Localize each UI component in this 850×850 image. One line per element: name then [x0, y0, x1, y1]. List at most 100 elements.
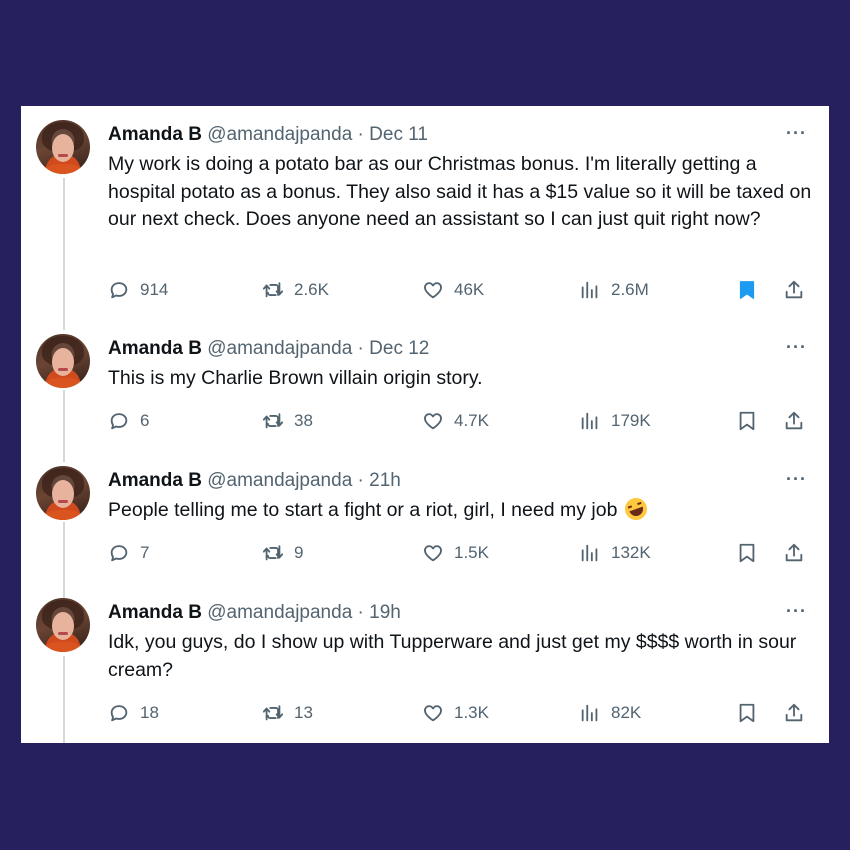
tweet-text: My work is doing a potato bar as our Chr… — [108, 153, 812, 230]
share-button[interactable] — [783, 700, 805, 726]
thread-connector-line — [63, 178, 65, 330]
more-options-icon[interactable]: ··· — [786, 338, 807, 356]
thread-connector-line — [63, 656, 65, 743]
more-options-icon[interactable]: ··· — [786, 124, 807, 142]
bookmark-button[interactable] — [736, 277, 758, 303]
share-icon — [785, 703, 803, 722]
timestamp[interactable]: · 21h — [358, 470, 401, 491]
tweet-actions: 7 9 1.5K 132K — [108, 540, 808, 566]
reply-icon — [110, 282, 128, 299]
reply-button[interactable]: 914 — [108, 277, 168, 303]
like-count: 1.5K — [454, 543, 489, 562]
views-button[interactable]: 2.6M — [579, 277, 649, 303]
thread-card: Amanda B @amandajpanda · Dec 11 ··· My w… — [21, 106, 829, 743]
views-button[interactable]: 82K — [579, 700, 641, 726]
tweet-actions: 914 2.6K 46K 2.6M — [108, 277, 808, 303]
timestamp[interactable]: · Dec 11 — [358, 124, 428, 145]
avatar[interactable] — [36, 466, 90, 520]
views-button[interactable]: 179K — [579, 408, 651, 434]
display-name[interactable]: Amanda B — [108, 124, 202, 145]
share-button[interactable] — [783, 277, 805, 303]
tweet-header: Amanda B @amandajpanda · Dec 12 — [108, 337, 429, 361]
bookmark-button[interactable] — [736, 700, 758, 726]
tweet-text: Idk, you guys, do I show up with Tupperw… — [108, 631, 797, 681]
bookmark-filled-icon — [739, 281, 755, 299]
views-count: 132K — [611, 543, 651, 562]
bookmark-icon — [739, 703, 755, 723]
retweet-icon — [262, 282, 284, 298]
thread-connector-line — [63, 390, 65, 462]
views-chart-icon — [581, 412, 598, 430]
user-handle[interactable]: @amandajpanda — [207, 602, 352, 623]
like-button[interactable]: 4.7K — [422, 408, 489, 434]
views-chart-icon — [581, 281, 598, 299]
views-count: 179K — [611, 411, 651, 430]
like-button[interactable]: 1.5K — [422, 540, 489, 566]
reply-count: 18 — [140, 703, 159, 722]
bookmark-icon — [739, 411, 755, 431]
reply-button[interactable]: 6 — [108, 408, 149, 434]
display-name[interactable]: Amanda B — [108, 602, 202, 623]
retweet-count: 2.6K — [294, 280, 329, 299]
tweet-text: This is my Charlie Brown villain origin … — [108, 367, 483, 389]
timestamp[interactable]: · 19h — [358, 602, 401, 623]
display-name[interactable]: Amanda B — [108, 470, 202, 491]
like-count: 46K — [454, 280, 485, 299]
more-options-icon[interactable]: ··· — [786, 470, 807, 488]
heart-icon — [424, 705, 442, 722]
user-handle[interactable]: @amandajpanda — [207, 470, 352, 491]
heart-icon — [424, 282, 442, 299]
display-name[interactable]: Amanda B — [108, 338, 202, 359]
retweet-button[interactable]: 13 — [262, 700, 313, 726]
retweet-button[interactable]: 9 — [262, 540, 303, 566]
like-count: 4.7K — [454, 411, 489, 430]
retweet-count: 13 — [294, 703, 313, 722]
tweet-header: Amanda B @amandajpanda · 19h — [108, 601, 401, 625]
bookmark-icon — [739, 543, 755, 563]
reply-count: 7 — [140, 543, 150, 562]
views-button[interactable]: 132K — [579, 540, 651, 566]
share-icon — [785, 543, 803, 562]
heart-icon — [424, 545, 442, 562]
reply-button[interactable]: 7 — [108, 540, 149, 566]
reply-count: 914 — [140, 280, 169, 299]
rolling-on-floor-laughing-emoji-icon — [621, 494, 650, 524]
avatar[interactable] — [36, 598, 90, 652]
avatar[interactable] — [36, 334, 90, 388]
reply-count: 6 — [140, 411, 150, 430]
tweet-actions: 6 38 4.7K 179K — [108, 408, 808, 434]
views-chart-icon — [581, 704, 598, 722]
retweet-icon — [262, 705, 284, 721]
user-handle[interactable]: @amandajpanda — [207, 124, 352, 145]
bookmark-button[interactable] — [736, 408, 758, 434]
tweet-text-container: People telling me to start a fight or a … — [108, 494, 813, 525]
reply-button[interactable]: 18 — [108, 700, 159, 726]
more-options-icon[interactable]: ··· — [786, 602, 807, 620]
retweet-count: 9 — [294, 543, 304, 562]
reply-icon — [110, 545, 128, 562]
timestamp[interactable]: · Dec 12 — [358, 338, 430, 359]
retweet-icon — [262, 413, 284, 429]
share-button[interactable] — [783, 540, 805, 566]
bookmark-button[interactable] — [736, 540, 758, 566]
like-button[interactable]: 1.3K — [422, 700, 489, 726]
retweet-button[interactable]: 2.6K — [262, 277, 329, 303]
retweet-button[interactable]: 38 — [262, 408, 313, 434]
user-handle[interactable]: @amandajpanda — [207, 338, 352, 359]
views-count: 82K — [611, 703, 642, 722]
retweet-count: 38 — [294, 411, 313, 430]
retweet-icon — [262, 545, 284, 561]
heart-icon — [424, 413, 442, 430]
thread-connector-line — [63, 522, 65, 598]
share-icon — [785, 280, 803, 299]
reply-icon — [110, 413, 128, 430]
like-button[interactable]: 46K — [422, 277, 484, 303]
avatar[interactable] — [36, 120, 90, 174]
share-button[interactable] — [783, 408, 805, 434]
tweet-text: People telling me to start a fight or a … — [108, 499, 618, 521]
tweet-header: Amanda B @amandajpanda · 21h — [108, 469, 401, 493]
tweet-actions: 18 13 1.3K 82K — [108, 700, 808, 726]
tweet-header: Amanda B @amandajpanda · Dec 11 — [108, 123, 428, 147]
views-chart-icon — [581, 544, 598, 562]
share-icon — [785, 411, 803, 430]
